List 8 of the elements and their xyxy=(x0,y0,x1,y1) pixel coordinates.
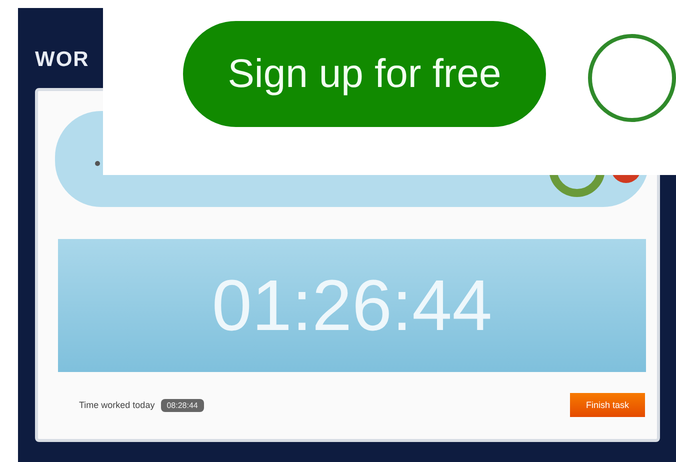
logo-text: WOR xyxy=(35,48,90,72)
timer-display: 01:26:44 xyxy=(58,239,646,372)
dot-icon xyxy=(95,161,100,166)
time-worked-total: 08:28:44 xyxy=(160,398,204,412)
signup-button[interactable]: Sign up for free xyxy=(183,21,546,127)
circle-button-icon[interactable] xyxy=(588,34,676,122)
time-worked-label: Time worked today xyxy=(79,400,155,410)
finish-task-button[interactable]: Finish task xyxy=(570,393,645,417)
